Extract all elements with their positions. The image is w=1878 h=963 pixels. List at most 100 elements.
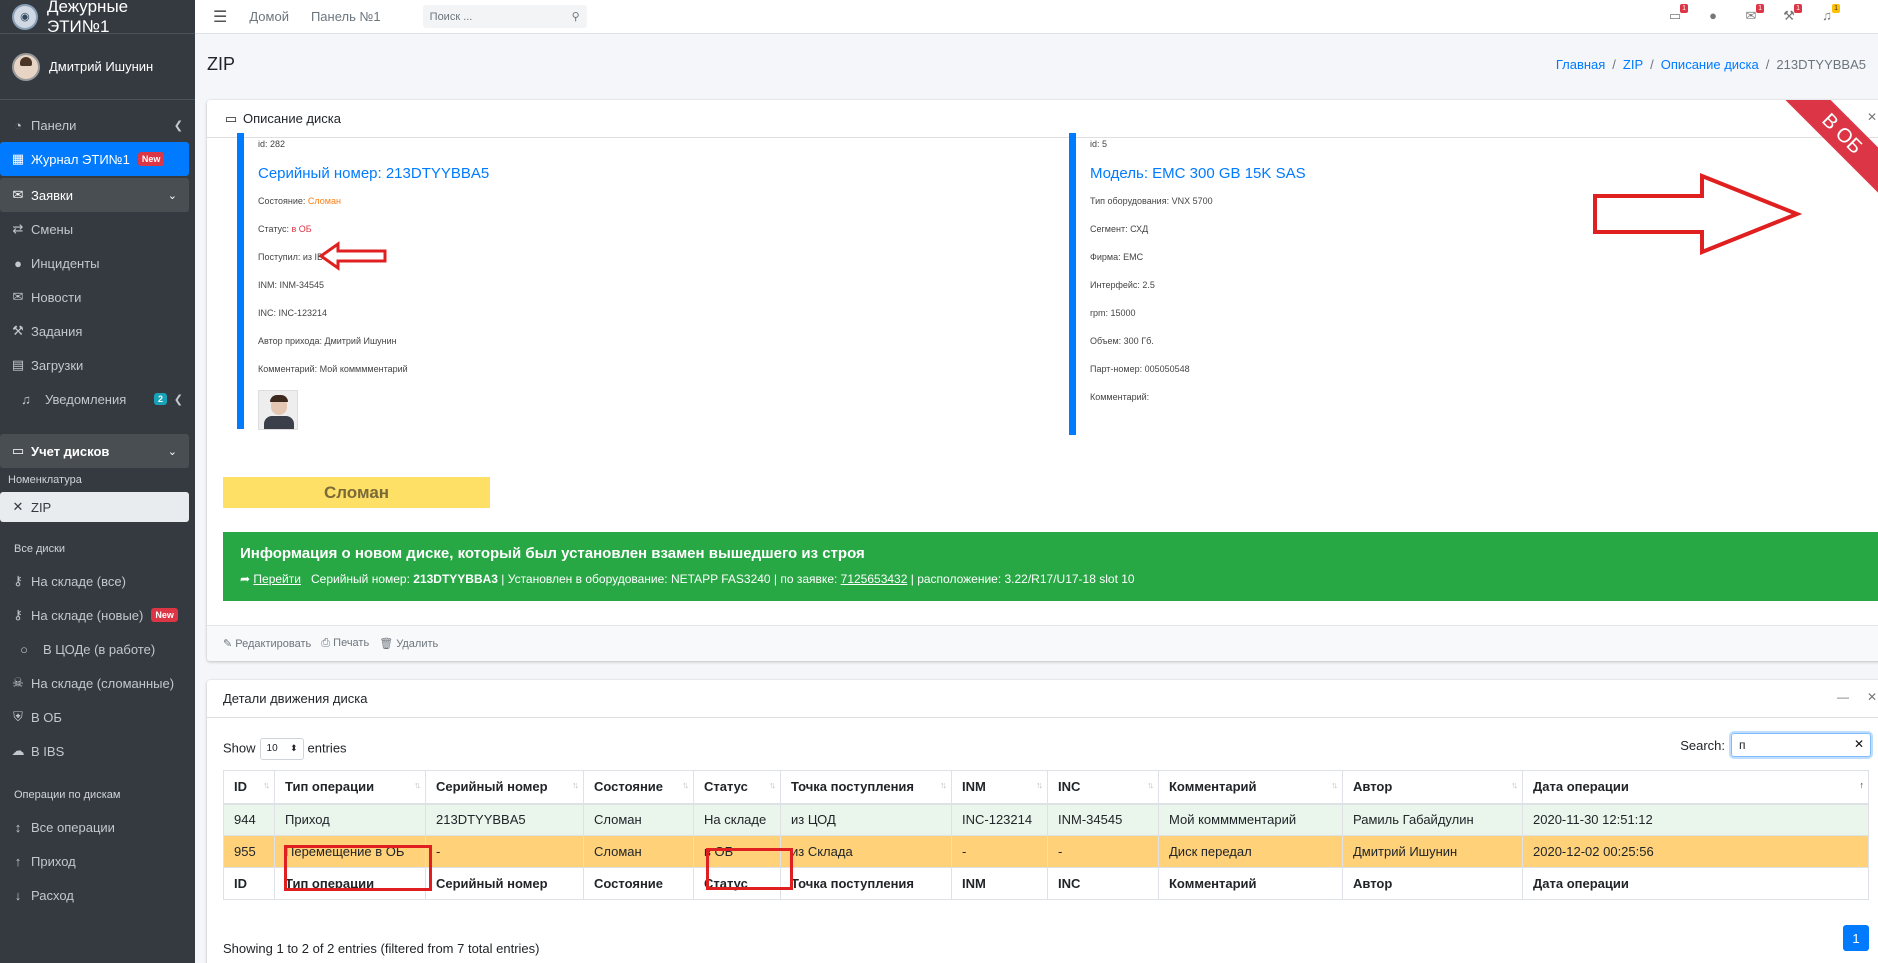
sidebar-item-requests[interactable]: ✉ Заявки ⌄	[0, 178, 189, 212]
search-input[interactable]: Поиск ... ⚲	[422, 5, 587, 28]
table-cell: 213DTYYBBA5	[425, 803, 584, 836]
col-header[interactable]: INM ↑↓	[951, 770, 1048, 805]
sidebar-item-disk-accounting[interactable]: ▭ Учет дисков ⌄	[0, 434, 189, 468]
table-cell: -	[951, 835, 1048, 868]
table-footer-row: ID Тип операции Серийный номер Состояние Ста…	[223, 867, 1869, 900]
delete-button[interactable]: 🗑 Удалить	[379, 637, 438, 650]
sidebar-item-panels[interactable]: ◔ Панели ❮	[0, 108, 195, 142]
breadcrumb-home[interactable]: Главная	[1556, 57, 1605, 72]
sidebar-item-journal[interactable]: ▦ Журнал ЭТИ№1 New	[0, 142, 189, 176]
wrench-icon: ⚒	[12, 323, 24, 338]
file-icon: ▤	[11, 357, 25, 372]
breadcrumb-disk-description[interactable]: Описание диска	[1661, 57, 1759, 72]
col-header[interactable]: Комментарий ↑↓	[1158, 770, 1343, 805]
user-panel[interactable]: Дмитрий Ишунин	[0, 34, 195, 100]
chevron-down-icon: ⌄	[167, 445, 177, 458]
exclamation-circle-icon[interactable]: ●	[1704, 8, 1722, 24]
table-cell: Серийный номер	[425, 867, 584, 900]
author-photo	[258, 390, 298, 430]
col-header[interactable]: Состояние ↑↓	[583, 770, 694, 805]
annotation-arrow-left	[318, 241, 387, 271]
breadcrumb-zip[interactable]: ZIP	[1623, 57, 1643, 72]
entries-select[interactable]: 10	[259, 738, 304, 760]
col-header[interactable]: ID ↑↓	[223, 770, 275, 805]
sidebar-item-in-dc[interactable]: ○ В ЦОДе (в работе)	[0, 632, 195, 666]
table-search-input[interactable]: п ✕	[1731, 733, 1871, 757]
ticket-link[interactable]: 7125653432	[841, 572, 908, 586]
breadcrumb-current: 213DTYYBBA5	[1776, 57, 1866, 72]
sidebar-item-downloads[interactable]: ▤ Загрузки	[0, 348, 195, 382]
chevron-down-icon: ⌄	[167, 189, 177, 202]
bell-icon[interactable]: ♫ 1	[1818, 4, 1840, 24]
envelope-open-icon: ✉	[12, 289, 24, 304]
table-cell: Комментарий	[1158, 867, 1343, 900]
annotation-arrow-right	[1593, 173, 1802, 255]
nav-panel-link[interactable]: Панель №1	[311, 9, 381, 24]
table-cell: Состояние	[583, 867, 694, 900]
close-icon[interactable]: ✕	[1867, 110, 1877, 124]
wrench-icon[interactable]: ⚒ 1	[1780, 4, 1802, 24]
table-cell: 955	[223, 835, 275, 868]
sidebar-item-expense[interactable]: ↓ Расход	[0, 878, 195, 912]
sidebar-item-in-ob[interactable]: ⛨ В ОБ	[0, 700, 195, 734]
edit-button[interactable]: ✎ Редактировать	[223, 637, 311, 650]
table-cell: На складе	[693, 803, 781, 836]
sidebar-item-income[interactable]: ↑ Приход	[0, 844, 195, 878]
new-badge: New	[151, 608, 178, 622]
state-button[interactable]: Сломан	[223, 477, 490, 508]
sidebar-item-incidents[interactable]: ● Инциденты	[0, 246, 195, 280]
clear-icon[interactable]: ✕	[1854, 737, 1864, 751]
menu-toggle-icon[interactable]: ☰	[213, 7, 227, 27]
serial-heading: Серийный номер: 213DTYYBBA5	[258, 165, 490, 182]
close-icon[interactable]: ✕	[1867, 690, 1877, 704]
sidebar-item-stock-broken[interactable]: ☠ На складе (сломанные)	[0, 666, 195, 700]
sidebar-item-notifications[interactable]: ♫ Уведомления 2 ❮	[0, 382, 195, 416]
col-header[interactable]: Точка поступления ↑↓	[780, 770, 952, 805]
table-cell: в ОБ	[693, 835, 781, 868]
table-cell: Сломан	[583, 835, 694, 868]
circle-icon: ○	[20, 641, 28, 657]
sidebar-item-news[interactable]: ✉ Новости	[0, 280, 195, 314]
sidebar-item-in-ibs[interactable]: ☁ В IBS	[0, 734, 195, 768]
exchange-icon: ⇄	[12, 221, 24, 236]
brand-logo-icon: ◉	[12, 3, 38, 30]
col-header[interactable]: INC ↑↓	[1047, 770, 1159, 805]
col-header[interactable]: Тип операции ↑↓	[274, 770, 426, 805]
table-cell: -	[425, 835, 584, 868]
table-cell: Тип операции	[274, 867, 426, 900]
nomenclature-header: Номенклатура	[8, 474, 82, 486]
table-cell: 2020-11-30 12:51:12	[1522, 803, 1869, 836]
top-navbar: ☰ Домой Панель №1 Поиск ... ⚲ ▭ 1 ● ✉ 1 ⚒ 1…	[195, 0, 1878, 34]
col-header[interactable]: Серийный номер ↑↓	[425, 770, 584, 805]
table-row[interactable]: 955 Перемещение в ОБ - Сломан в ОБ из Склада -…	[223, 835, 1869, 868]
envelope-icon[interactable]: ✉ 1	[1742, 4, 1764, 24]
col-header[interactable]: Автор ↑↓	[1342, 770, 1523, 805]
sidebar-item-tasks[interactable]: ⚒ Задания	[0, 314, 195, 348]
sidebar-item-stock-all[interactable]: ⚷ На складе (все)	[0, 564, 195, 598]
table-row[interactable]: 944 Приход 213DTYYBBA5 Сломан На складе из ЦО…	[223, 803, 1869, 836]
collapse-icon[interactable]: —	[1837, 690, 1849, 704]
table-cell: 2020-12-02 00:25:56	[1522, 835, 1869, 868]
brand[interactable]: ◉ Дежурные ЭТИ№1	[0, 0, 195, 36]
disk-description-card: ▭Описание диска —✕ В ОБ id: 282 Серийный…	[207, 100, 1878, 661]
movement-table: ID ↑↓ Тип операции ↑↓ Серийный номер ↑↓ Сос…	[223, 770, 1869, 900]
table-cell: из ЦОД	[780, 803, 952, 836]
table-cell: 944	[223, 803, 275, 836]
sidebar-item-stock-new[interactable]: ⚷ На складе (новые) New	[0, 598, 195, 632]
sidebar-item-zip[interactable]: ✕ ZIP	[0, 492, 189, 522]
shield-icon: ⛨	[13, 709, 23, 724]
page-1-button[interactable]: 1	[1843, 925, 1869, 951]
chevron-left-icon: ❮	[173, 393, 183, 406]
col-header[interactable]: Статус ↑↓	[693, 770, 781, 805]
go-link[interactable]: Перейти	[253, 572, 301, 586]
nav-home-link[interactable]: Домой	[249, 9, 289, 24]
edit-icon: ✎	[223, 638, 233, 650]
col-header[interactable]: Дата операции ↑	[1522, 770, 1869, 805]
sidebar-item-shifts[interactable]: ⇄ Смены	[0, 212, 195, 246]
sidebar-item-all-ops[interactable]: ↕ Все операции	[0, 810, 195, 844]
search-icon[interactable]: ⚲	[572, 10, 580, 23]
grid-icon: ▦	[11, 151, 25, 166]
print-button[interactable]: ⎙ Печать	[321, 637, 369, 650]
hdd-icon[interactable]: ▭ 1	[1666, 4, 1688, 24]
top-icons: ▭ 1 ● ✉ 1 ⚒ 1 ♫ 1	[1666, 4, 1840, 24]
